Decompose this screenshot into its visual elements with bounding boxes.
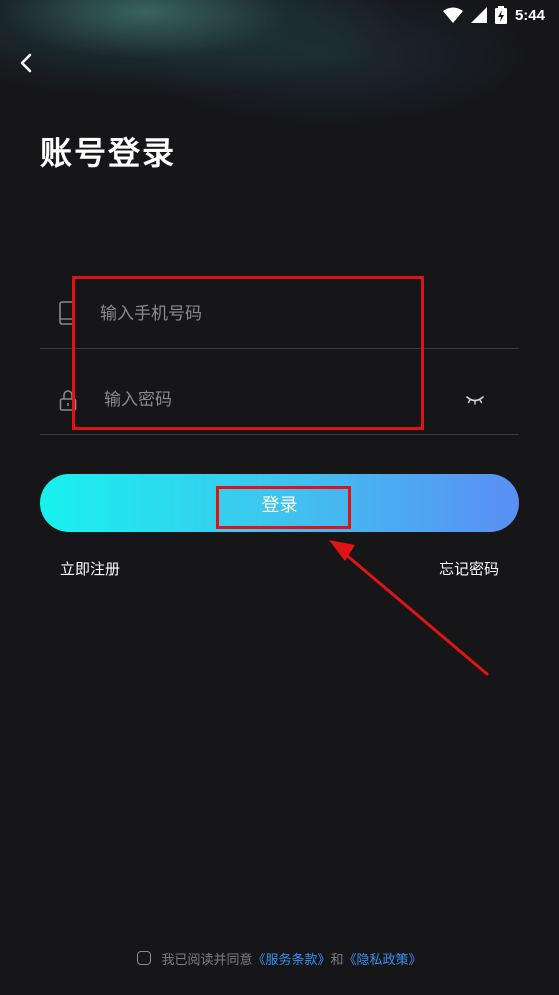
terms-link[interactable]: 《服务条款》 xyxy=(252,953,330,968)
password-field-row xyxy=(40,364,519,435)
agreement-row: 我已阅读并同意《服务条款》和《隐私政策》 xyxy=(0,948,559,968)
battery-icon xyxy=(494,6,507,24)
phone-field-row xyxy=(40,278,519,349)
password-input[interactable] xyxy=(102,384,406,416)
lock-icon xyxy=(59,390,77,411)
phone-icon xyxy=(59,301,75,325)
agreement-prefix: 我已阅读并同意 xyxy=(161,952,253,968)
privacy-link[interactable]: 《隐私政策》 xyxy=(344,953,422,968)
wifi-icon xyxy=(442,7,463,23)
back-arrow-icon xyxy=(20,53,32,73)
agreement-conjunction: 和 xyxy=(330,952,344,968)
eye-closed-icon[interactable] xyxy=(465,389,485,409)
phone-input[interactable] xyxy=(98,298,402,330)
agreement-checkbox[interactable] xyxy=(137,951,152,965)
register-link[interactable]: 立即注册 xyxy=(60,558,120,579)
status-bar: 5:44 xyxy=(442,4,545,26)
login-button-label: 登录 xyxy=(261,495,298,516)
agreement-text: 我已阅读并同意《服务条款》和《隐私政策》 xyxy=(161,949,421,968)
login-button[interactable]: 登录 xyxy=(40,474,519,532)
page-title: 账号登录 xyxy=(40,134,177,172)
cellular-icon xyxy=(470,7,487,23)
back-button[interactable] xyxy=(14,50,40,76)
forgot-password-link[interactable]: 忘记密码 xyxy=(439,558,499,579)
status-time: 5:44 xyxy=(514,6,545,24)
